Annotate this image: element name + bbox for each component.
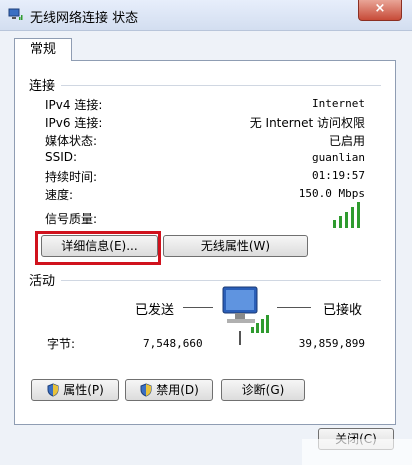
network-icon <box>8 8 23 20</box>
close-window-button[interactable]: × <box>358 0 402 21</box>
bytes-sent-value: 7,548,660 <box>143 337 203 350</box>
signal-strength-icon <box>333 202 365 228</box>
diagnose-button[interactable]: 诊断(G) <box>221 379 305 401</box>
duration-value: 01:19:57 <box>312 169 365 182</box>
bytes-received-value: 39,859,899 <box>298 337 365 350</box>
received-label: 已接收 <box>323 303 363 318</box>
ipv6-value: 无 Internet 访问权限 <box>249 116 365 130</box>
sent-label: 已发送 <box>135 303 175 318</box>
tab-general-label: 常规 <box>29 42 56 57</box>
speed-label: 速度: <box>45 188 74 202</box>
properties-button-label: 属性(P) <box>63 383 104 397</box>
uac-shield-icon <box>140 383 152 397</box>
bytes-label: 字节: <box>47 337 76 351</box>
activity-divider <box>61 280 381 281</box>
media-state-value: 已启用 <box>328 134 365 148</box>
activity-section-title: 活动 <box>29 274 56 289</box>
watermark-overlay <box>302 439 412 465</box>
ssid-value: guanlian <box>312 151 365 164</box>
ipv4-value: Internet <box>312 97 365 110</box>
uac-shield-icon <box>47 383 59 397</box>
disable-button-label: 禁用(D) <box>156 383 199 397</box>
title-bar: 无线网络连接 状态 × <box>0 0 412 31</box>
ipv6-label: IPv6 连接: <box>45 116 103 130</box>
speed-value: 150.0 Mbps <box>298 187 365 200</box>
connection-divider <box>61 85 381 86</box>
highlight-box <box>35 231 161 265</box>
properties-button[interactable]: 属性(P) <box>31 379 119 401</box>
window-title: 无线网络连接 状态 <box>30 11 139 26</box>
connection-section-title: 连接 <box>29 79 56 94</box>
sent-line <box>183 307 213 308</box>
status-window: 无线网络连接 状态 × 常规 连接 IPv4 连接: Internet IPv6… <box>0 0 412 465</box>
signal-quality-label: 信号质量: <box>45 212 98 226</box>
media-state-label: 媒体状态: <box>45 134 98 148</box>
ssid-label: SSID: <box>45 150 78 164</box>
tab-general[interactable]: 常规 <box>14 38 72 61</box>
ipv4-label: IPv4 连接: <box>45 98 103 112</box>
received-line <box>277 307 311 308</box>
wireless-properties-button[interactable]: 无线属性(W) <box>163 235 308 257</box>
disable-button[interactable]: 禁用(D) <box>125 379 213 401</box>
duration-label: 持续时间: <box>45 170 98 184</box>
computer-network-icon <box>222 286 269 345</box>
